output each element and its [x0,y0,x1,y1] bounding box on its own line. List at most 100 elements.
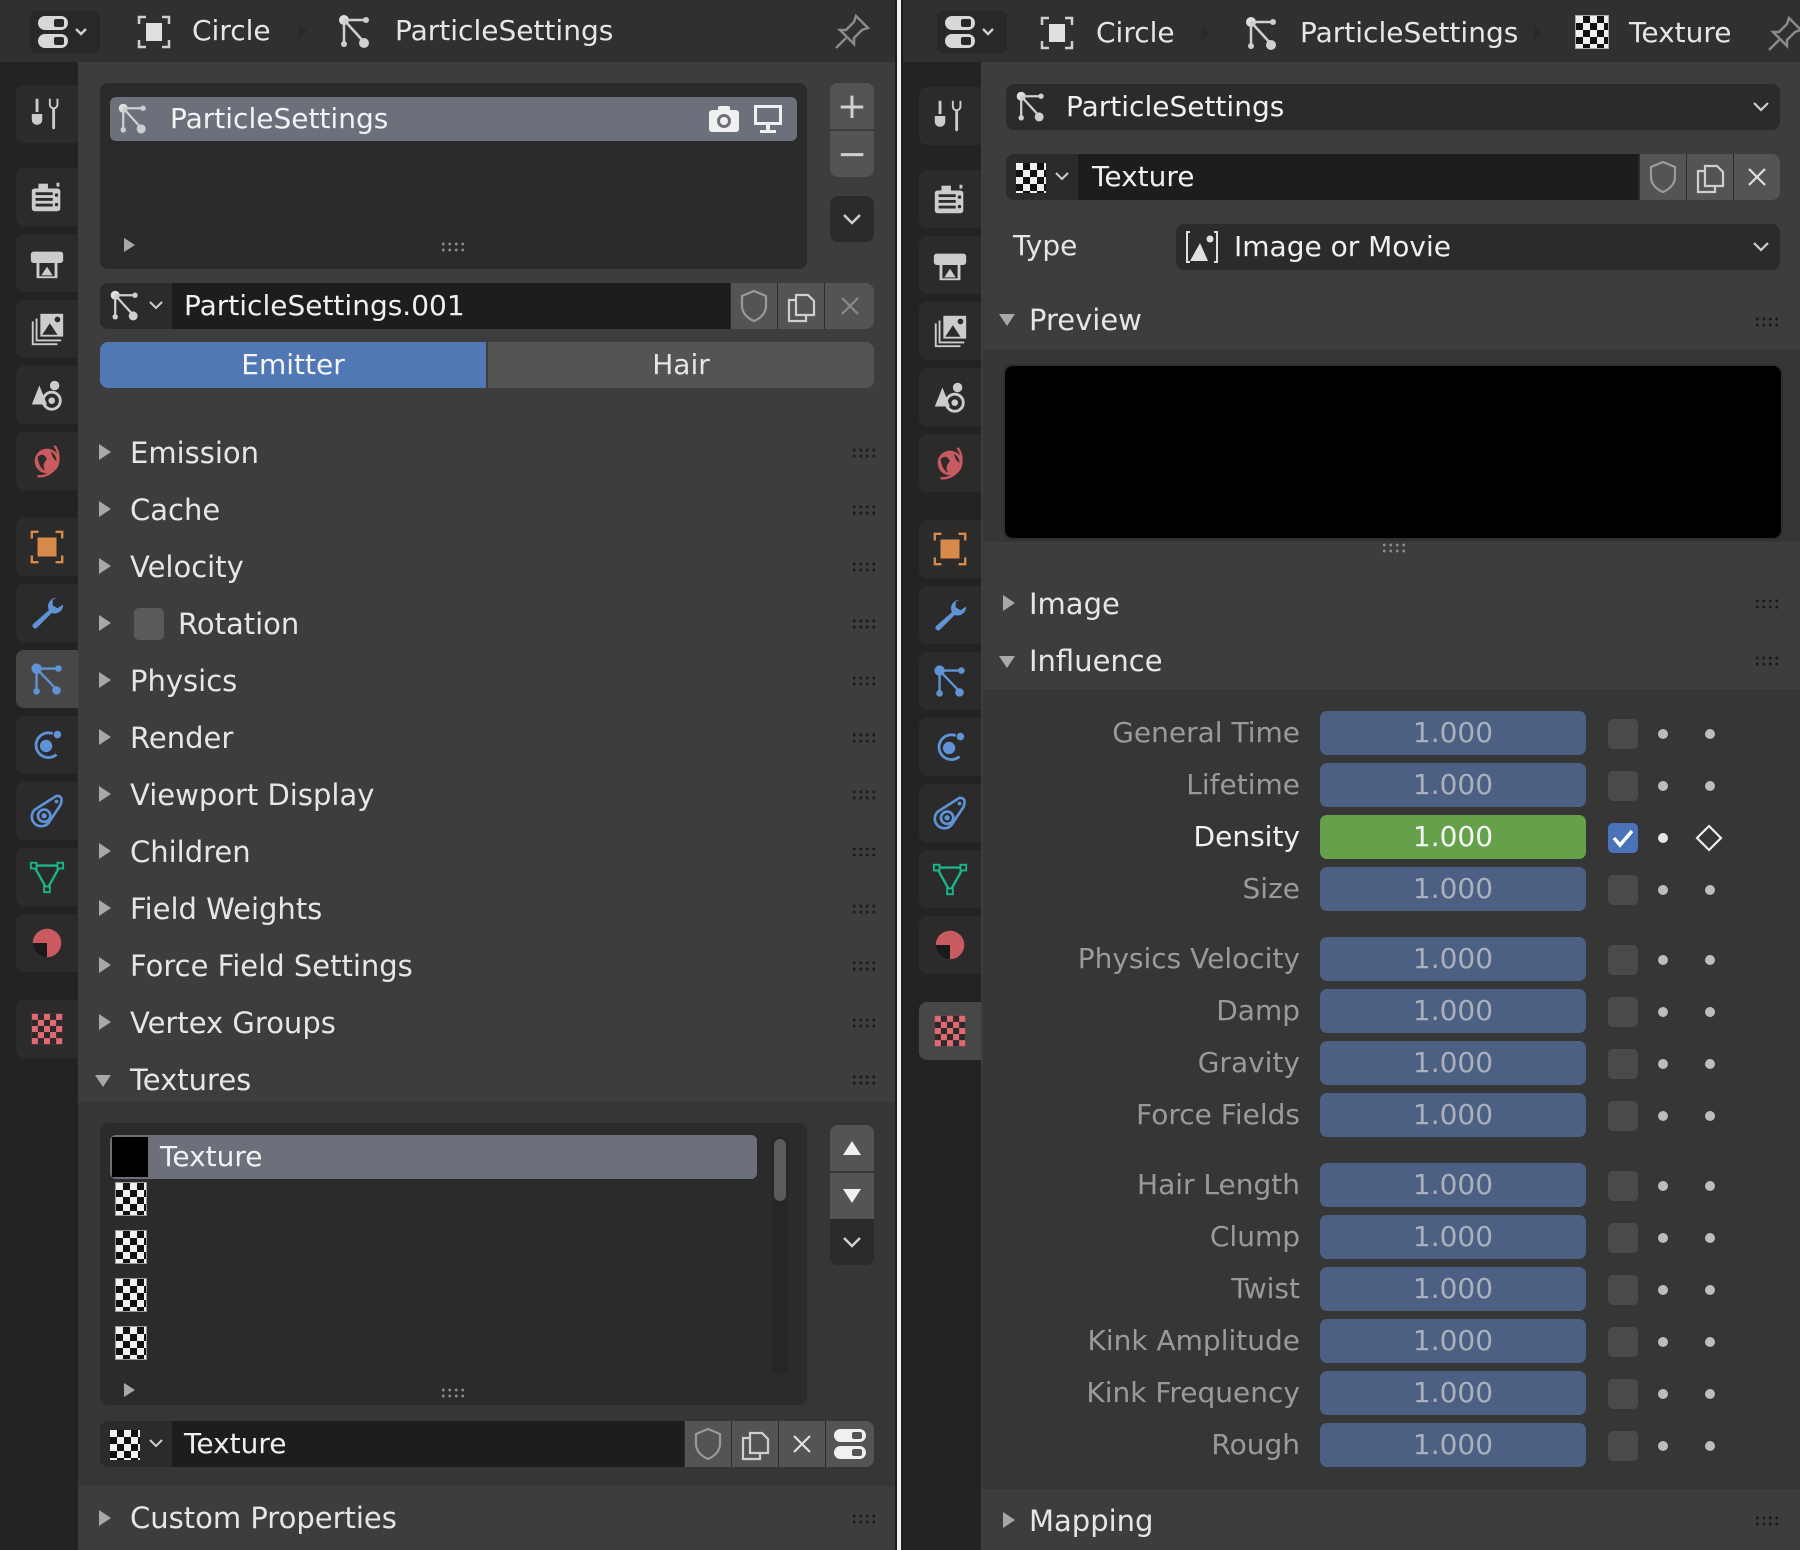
list-resize-handle[interactable] [440,241,466,253]
tab-scene[interactable] [16,366,78,424]
tab-render[interactable] [16,168,78,226]
driver-dot-icon[interactable] [1658,1233,1668,1243]
tab-view-layer[interactable] [919,302,981,360]
keyframe-dot-icon[interactable] [1705,1233,1715,1243]
slot-specials-button[interactable] [830,1219,874,1265]
tab-modifiers[interactable] [919,586,981,644]
influence-enable-checkbox[interactable] [1608,1379,1638,1409]
keyframe-dot-icon[interactable] [1705,781,1715,791]
drag-handle[interactable] [1754,1515,1780,1527]
list-scrollbar[interactable] [772,1137,788,1375]
drag-handle[interactable] [1754,598,1780,610]
drag-handle[interactable] [851,447,877,459]
unlink-button[interactable] [825,283,874,329]
drag-handle[interactable] [851,618,877,630]
driver-dot-icon[interactable] [1658,1007,1668,1017]
section-field-weights[interactable]: Field Weights [78,881,895,937]
texture-name-field[interactable]: Texture [172,1421,684,1467]
texture-slot-list[interactable]: Texture [100,1123,807,1405]
influence-enable-checkbox[interactable] [1608,875,1638,905]
keyframe-dot-icon[interactable] [1705,1285,1715,1295]
texture-slot[interactable] [110,1179,757,1219]
tab-tool[interactable] [919,87,981,145]
tab-physics[interactable] [16,716,78,774]
section-custom-properties[interactable]: Custom Properties [78,1486,895,1550]
tab-output[interactable] [16,234,78,292]
list-resize-handle[interactable] [440,1387,466,1399]
influence-enable-checkbox[interactable] [1608,1223,1638,1253]
duplicate-button[interactable] [778,283,824,329]
section-viewport-display[interactable]: Viewport Display [78,767,895,823]
keyframe-dot-icon[interactable] [1705,1389,1715,1399]
driver-dot-icon[interactable] [1658,781,1668,791]
particle-system-list[interactable]: ParticleSettings [100,83,807,269]
texture-slot[interactable] [110,1275,757,1315]
tab-particles[interactable] [919,652,981,710]
area-divider[interactable] [895,0,903,1550]
keyframe-dot-icon[interactable] [1705,1181,1715,1191]
unlink-button[interactable] [779,1421,825,1467]
section-velocity[interactable]: Velocity [78,539,895,595]
drag-handle[interactable] [851,504,877,516]
influence-enable-checkbox[interactable] [1608,719,1638,749]
driver-dot-icon[interactable] [1658,1337,1668,1347]
tab-material[interactable] [16,914,78,972]
driver-dot-icon[interactable] [1658,1181,1668,1191]
list-filter-toggle[interactable] [124,1383,135,1397]
list-item-particle-system[interactable]: ParticleSettings [110,97,797,141]
drag-handle[interactable] [851,903,877,915]
fake-user-button[interactable] [1640,154,1686,200]
list-filter-toggle[interactable] [124,238,135,252]
influence-enable-checkbox[interactable] [1608,1049,1638,1079]
influence-factor-slider[interactable]: 1.000 [1320,937,1586,981]
texture-name-field[interactable]: Texture [1078,154,1638,200]
tab-tool[interactable] [16,85,78,143]
tab-world[interactable] [919,434,981,492]
drag-handle[interactable] [851,675,877,687]
tab-view-layer[interactable] [16,300,78,358]
keyframe-dot-icon[interactable] [1705,1337,1715,1347]
driver-dot-icon[interactable] [1658,729,1668,739]
influence-factor-slider[interactable]: 1.000 [1320,763,1586,807]
section-mapping[interactable]: Mapping [983,1489,1800,1550]
driver-dot-icon[interactable] [1658,1059,1668,1069]
keyframe-dot-icon[interactable] [1705,1007,1715,1017]
tab-texture[interactable] [16,1000,78,1058]
tab-material[interactable] [919,916,981,974]
camera-render-icon[interactable] [708,105,740,133]
influence-factor-slider[interactable]: 1.000 [1320,989,1586,1033]
influence-factor-slider[interactable]: 1.000 [1320,815,1586,859]
influence-factor-slider[interactable]: 1.000 [1320,1215,1586,1259]
drag-handle[interactable] [851,789,877,801]
keyframe-dot-icon[interactable] [1705,1111,1715,1121]
tab-modifiers[interactable] [16,584,78,642]
drag-handle[interactable] [851,1074,877,1086]
driver-dot-icon[interactable] [1658,833,1668,843]
duplicate-button[interactable] [732,1421,778,1467]
particle-settings-dropdown[interactable]: ParticleSettings [1006,84,1780,130]
texture-slot[interactable] [110,1323,757,1363]
influence-enable-checkbox[interactable] [1608,823,1638,853]
tab-constraints[interactable] [919,784,981,842]
texture-slot[interactable]: Texture [110,1135,757,1179]
drag-handle[interactable] [851,732,877,744]
fake-user-button[interactable] [685,1421,731,1467]
editor-type-button[interactable] [30,10,100,54]
section-render[interactable]: Render [78,710,895,766]
section-physics[interactable]: Physics [78,653,895,709]
drag-handle[interactable] [851,846,877,858]
section-emission[interactable]: Emission [78,425,895,481]
section-force-field-settings[interactable]: Force Field Settings [78,938,895,994]
drag-handle[interactable] [851,1513,877,1525]
tab-object[interactable] [16,518,78,576]
keyframe-dot-icon[interactable] [1705,955,1715,965]
influence-factor-slider[interactable]: 1.000 [1320,1267,1586,1311]
influence-factor-slider[interactable]: 1.000 [1320,867,1586,911]
influence-enable-checkbox[interactable] [1608,997,1638,1027]
scrollbar-thumb[interactable] [774,1139,786,1201]
influence-factor-slider[interactable]: 1.000 [1320,1093,1586,1137]
influence-factor-slider[interactable]: 1.000 [1320,1163,1586,1207]
viewport-display-icon[interactable] [752,103,784,135]
section-vertex-groups[interactable]: Vertex Groups [78,995,895,1051]
preview-resize-handle[interactable] [1381,542,1407,554]
